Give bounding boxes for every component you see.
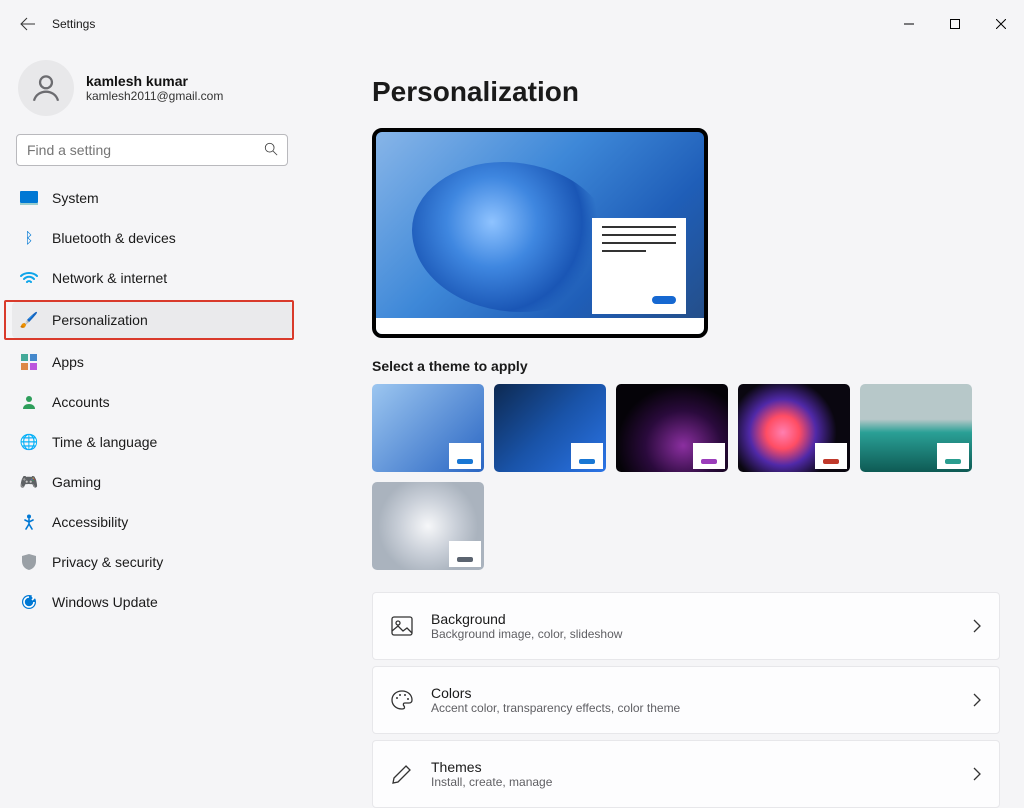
nav-label: Gaming [52,474,101,490]
settings-rows: BackgroundBackground image, color, slide… [372,592,1000,808]
row-desc: Background image, color, slideshow [431,627,955,641]
row-background[interactable]: BackgroundBackground image, color, slide… [372,592,1000,660]
nav-bluetooth[interactable]: ᛒ Bluetooth & devices [12,220,292,256]
nav-accounts[interactable]: Accounts [12,384,292,420]
accessibility-icon [20,513,38,531]
theme-option-3[interactable] [616,384,728,472]
maximize-button[interactable] [932,0,978,48]
nav-update[interactable]: Windows Update [12,584,292,620]
nav-label: Windows Update [52,594,158,610]
row-colors[interactable]: ColorsAccent color, transparency effects… [372,666,1000,734]
row-desc: Install, create, manage [431,775,955,789]
nav-apps[interactable]: Apps [12,344,292,380]
paintbrush-icon: 🖌️ [20,311,38,329]
row-themes[interactable]: ThemesInstall, create, manage [372,740,1000,808]
minimize-button[interactable] [886,0,932,48]
back-button[interactable] [8,0,48,48]
row-title: Background [431,611,955,627]
user-email: kamlesh2011@gmail.com [86,89,223,103]
sidebar: kamlesh kumar kamlesh2011@gmail.com Syst… [0,48,300,620]
display-icon [20,189,38,207]
bluetooth-icon: ᛒ [20,229,38,247]
user-name: kamlesh kumar [86,73,223,89]
minimize-icon [904,19,914,29]
theme-option-2[interactable] [494,384,606,472]
chevron-right-icon [973,767,981,781]
nav-network[interactable]: Network & internet [12,260,292,296]
person-icon [29,71,63,105]
titlebar: Settings [0,0,1024,48]
search-input[interactable] [16,134,288,166]
row-desc: Accent color, transparency effects, colo… [431,701,955,715]
desktop-preview [372,128,708,338]
nav-list: System ᛒ Bluetooth & devices Network & in… [12,180,292,620]
profile-block[interactable]: kamlesh kumar kamlesh2011@gmail.com [12,60,292,116]
nav-label: Accessibility [52,514,128,530]
window-title: Settings [48,17,95,31]
search-icon [264,142,278,156]
wifi-icon [20,269,38,287]
nav-label: Network & internet [52,270,167,286]
theme-grid [372,384,1024,570]
close-button[interactable] [978,0,1024,48]
pen-icon [391,764,413,784]
globe-clock-icon: 🌐 [20,433,38,451]
account-icon [20,393,38,411]
shield-icon [20,553,38,571]
nav-highlight: 🖌️ Personalization [4,300,294,340]
chevron-right-icon [973,619,981,633]
theme-badge [571,443,603,469]
theme-option-1[interactable] [372,384,484,472]
nav-label: Personalization [52,312,148,328]
theme-option-5[interactable] [860,384,972,472]
page-title: Personalization [372,76,1000,108]
palette-icon [391,690,413,710]
search-wrap [16,134,288,166]
window-controls [886,0,1024,48]
nav-system[interactable]: System [12,180,292,216]
nav-label: Time & language [52,434,157,450]
nav-personalization[interactable]: 🖌️ Personalization [12,302,292,338]
maximize-icon [950,19,960,29]
nav-label: Apps [52,354,84,370]
avatar [18,60,74,116]
preview-window [592,218,686,314]
theme-section-label: Select a theme to apply [372,358,1000,374]
nav-accessibility[interactable]: Accessibility [12,504,292,540]
update-icon [20,593,38,611]
theme-option-6[interactable] [372,482,484,570]
chevron-right-icon [973,693,981,707]
nav-gaming[interactable]: 🎮 Gaming [12,464,292,500]
theme-badge [937,443,969,469]
row-title: Themes [431,759,955,775]
nav-privacy[interactable]: Privacy & security [12,544,292,580]
theme-badge [815,443,847,469]
theme-option-4[interactable] [738,384,850,472]
nav-label: System [52,190,99,206]
apps-icon [20,353,38,371]
nav-label: Privacy & security [52,554,163,570]
theme-badge [693,443,725,469]
close-icon [996,19,1006,29]
gamepad-icon: 🎮 [20,473,38,491]
theme-badge [449,443,481,469]
main-content: Personalization Select a theme to apply … [300,48,1024,808]
nav-time[interactable]: 🌐 Time & language [12,424,292,460]
nav-label: Bluetooth & devices [52,230,176,246]
nav-label: Accounts [52,394,110,410]
row-title: Colors [431,685,955,701]
preview-wallpaper [412,162,612,312]
picture-icon [391,616,413,636]
theme-badge [449,541,481,567]
arrow-left-icon [20,16,36,32]
